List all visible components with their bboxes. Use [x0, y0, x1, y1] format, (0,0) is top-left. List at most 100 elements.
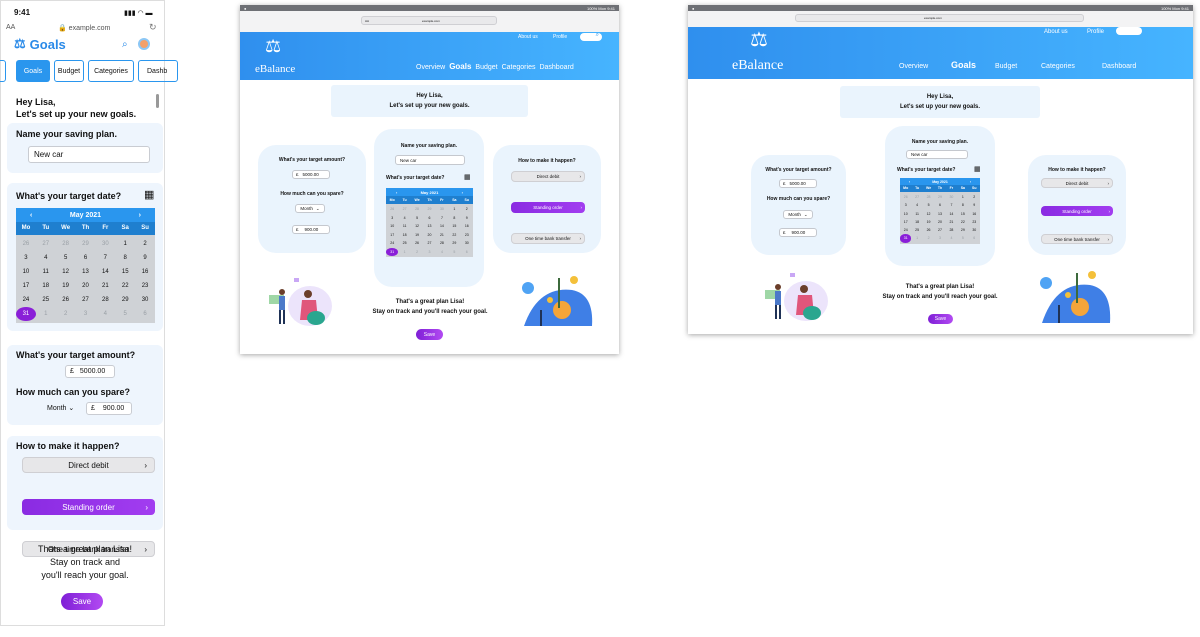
calendar-day[interactable]: 4: [946, 234, 957, 242]
calendar-day[interactable]: 5: [115, 307, 135, 321]
calendar-day[interactable]: 30: [436, 205, 448, 214]
calendar-day[interactable]: 24: [16, 293, 36, 307]
calendar-day[interactable]: 4: [95, 307, 115, 321]
calendar-day[interactable]: 30: [135, 293, 155, 307]
calendar-day[interactable]: 1: [36, 307, 56, 321]
calendar-day[interactable]: 25: [911, 226, 922, 234]
calendar-icon[interactable]: ▦: [464, 173, 471, 181]
app-logo[interactable]: ⚖ Goals: [14, 36, 66, 52]
calendar-day[interactable]: 5: [923, 201, 934, 209]
calendar-day[interactable]: 13: [76, 265, 96, 279]
calendar-day[interactable]: 23: [461, 231, 473, 240]
calendar-day[interactable]: 26: [56, 293, 76, 307]
calendar-day[interactable]: 23: [135, 279, 155, 293]
calendar-day[interactable]: 26: [411, 239, 423, 248]
scrollbar[interactable]: [156, 94, 159, 108]
calendar-day[interactable]: 27: [76, 293, 96, 307]
calendar-day[interactable]: 4: [911, 201, 922, 209]
calendar-day[interactable]: 16: [461, 222, 473, 231]
calendar-day[interactable]: 28: [923, 193, 934, 201]
bank-transfer-button[interactable]: One time bank transfer ›: [1041, 234, 1113, 244]
calendar-day[interactable]: 7: [946, 201, 957, 209]
standing-order-button[interactable]: Standing order ›: [22, 499, 155, 515]
calendar-day[interactable]: 10: [16, 265, 36, 279]
text-size-button[interactable]: AA: [6, 24, 15, 31]
calendar-day[interactable]: 30: [461, 239, 473, 248]
calendar-day[interactable]: 5: [957, 234, 968, 242]
calendar-day[interactable]: 6: [135, 307, 155, 321]
calendar-day[interactable]: 21: [946, 218, 957, 226]
calendar-day[interactable]: 25: [36, 293, 56, 307]
url-bar[interactable]: example.com: [795, 14, 1084, 22]
calendar-icon[interactable]: ▦: [974, 165, 981, 173]
calendar-day-selected[interactable]: 31: [900, 234, 912, 243]
direct-debit-button[interactable]: Direct debit ›: [22, 457, 155, 473]
calendar-day[interactable]: 2: [923, 234, 934, 242]
calendar-day[interactable]: 26: [386, 205, 398, 214]
calendar-day[interactable]: 1: [398, 248, 410, 257]
calendar-day[interactable]: 8: [957, 201, 968, 209]
calendar-day[interactable]: 25: [398, 239, 410, 248]
calendar-day[interactable]: 27: [911, 193, 922, 201]
calendar-day[interactable]: 30: [95, 237, 115, 251]
calendar-day[interactable]: 3: [386, 214, 398, 223]
avatar[interactable]: [138, 38, 150, 50]
calendar-day[interactable]: 24: [900, 226, 911, 234]
calendar-day[interactable]: 9: [969, 201, 980, 209]
nav-dashboard[interactable]: Dashboard: [539, 64, 573, 71]
spare-period-select[interactable]: Month ⌄: [295, 204, 325, 213]
calendar-day[interactable]: 3: [934, 234, 945, 242]
toggle-switch[interactable]: ⌕: [580, 32, 602, 41]
spare-amount-input[interactable]: £900.00: [779, 228, 817, 237]
calendar-day[interactable]: 7: [436, 214, 448, 223]
calendar-day[interactable]: 10: [386, 222, 398, 231]
nav-budget[interactable]: Budget: [995, 63, 1041, 70]
calendar-day[interactable]: 29: [957, 226, 968, 234]
calendar-day[interactable]: 21: [436, 231, 448, 240]
calendar-day[interactable]: 27: [934, 226, 945, 234]
calendar-day[interactable]: 1: [911, 234, 922, 242]
calendar-day[interactable]: 3: [76, 307, 96, 321]
about-link[interactable]: About us: [518, 34, 538, 40]
plan-name-input[interactable]: New car: [28, 146, 150, 163]
calendar-day[interactable]: 14: [436, 222, 448, 231]
calendar-day[interactable]: 1: [115, 237, 135, 251]
calendar-day[interactable]: 19: [923, 218, 934, 226]
calendar-day[interactable]: 29: [423, 205, 435, 214]
save-button[interactable]: Save: [416, 329, 443, 340]
calendar-day[interactable]: 30: [969, 226, 980, 234]
calendar-day[interactable]: 3: [16, 251, 36, 265]
toggle-switch[interactable]: [1116, 27, 1142, 35]
calendar-day-selected[interactable]: 31: [16, 307, 36, 321]
calendar-day[interactable]: 8: [448, 214, 460, 223]
calendar-day[interactable]: 23: [969, 218, 980, 226]
calendar-day[interactable]: 28: [411, 205, 423, 214]
calendar-day[interactable]: 9: [135, 251, 155, 265]
nav-categories[interactable]: Categories: [1041, 63, 1102, 70]
calendar-day[interactable]: 28: [95, 293, 115, 307]
plan-name-input[interactable]: New car: [906, 150, 968, 159]
calendar-icon[interactable]: ▦: [144, 188, 154, 201]
calendar-day[interactable]: 28: [56, 237, 76, 251]
spare-amount-input[interactable]: £900.00: [292, 225, 330, 234]
nav-goals[interactable]: Goals: [951, 60, 995, 70]
nav-budget[interactable]: Budget: [475, 64, 497, 71]
calendar-day[interactable]: 4: [36, 251, 56, 265]
target-amount-input[interactable]: £5000.00: [292, 170, 330, 179]
calendar-day[interactable]: 7: [95, 251, 115, 265]
bank-transfer-button[interactable]: One time bank transfer ›: [511, 233, 585, 244]
calendar-day[interactable]: 8: [115, 251, 135, 265]
target-amount-input[interactable]: £5000.00: [65, 365, 115, 378]
calendar-day[interactable]: 24: [386, 239, 398, 248]
calendar-day[interactable]: 28: [436, 239, 448, 248]
calendar-day[interactable]: 1: [448, 205, 460, 214]
prev-month-icon[interactable]: ‹: [909, 180, 910, 184]
tab-categories[interactable]: Categories: [88, 60, 134, 82]
nav-overview[interactable]: Overview: [416, 64, 445, 71]
save-button[interactable]: Save: [61, 593, 103, 610]
spare-period-select[interactable]: Month ⌄: [47, 404, 74, 412]
calendar-day[interactable]: 15: [448, 222, 460, 231]
calendar-day[interactable]: 3: [900, 201, 911, 209]
calendar-day[interactable]: 15: [957, 210, 968, 218]
calendar-day[interactable]: 13: [423, 222, 435, 231]
